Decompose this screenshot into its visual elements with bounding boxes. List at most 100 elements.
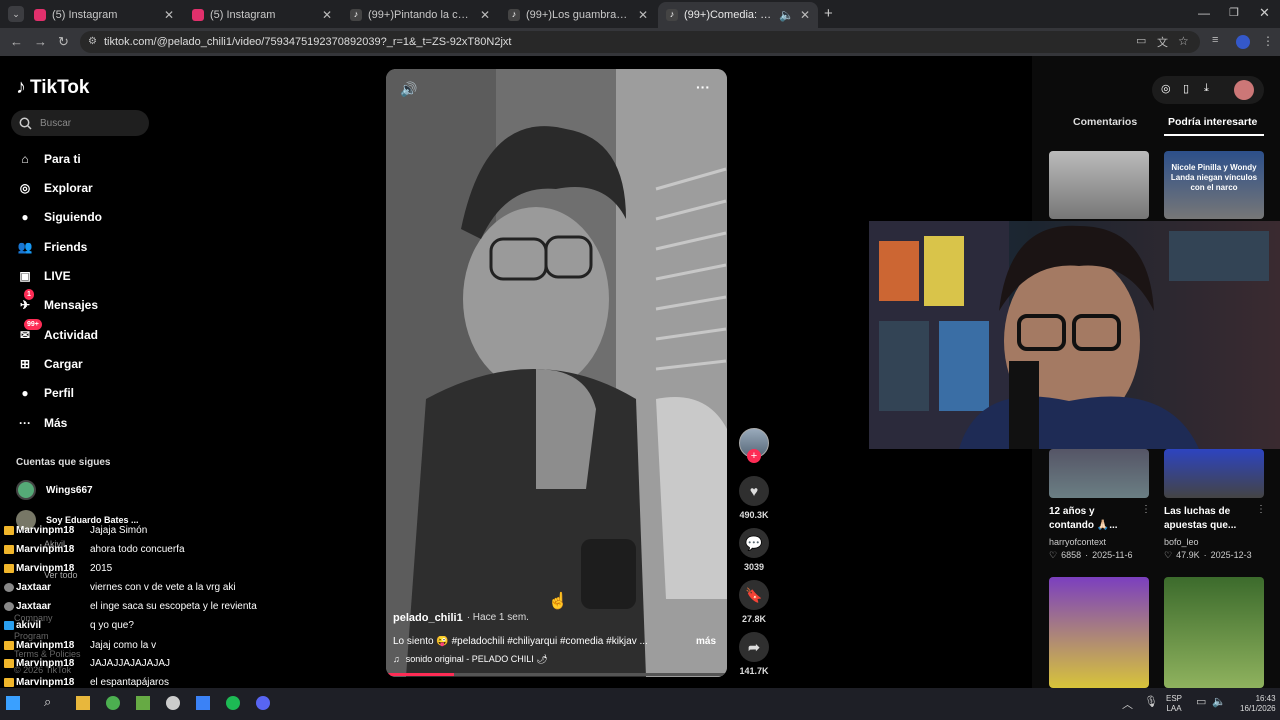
- app-icon[interactable]: [196, 696, 210, 710]
- search-input[interactable]: Buscar: [11, 110, 149, 136]
- browser-menu-icon[interactable]: ⋮: [1262, 34, 1274, 48]
- bookmark-star-icon[interactable]: ☆: [1178, 34, 1189, 48]
- chat-username: Jaxtaar: [16, 582, 52, 593]
- browser-tab-1[interactable]: (5) Instagram ✕: [26, 2, 182, 28]
- like-button[interactable]: ♥ 490.3K: [739, 476, 769, 520]
- compass-small-icon[interactable]: ◎: [1161, 82, 1171, 95]
- close-tab-icon[interactable]: ✕: [322, 8, 332, 22]
- site-info-icon[interactable]: ⚙: [88, 31, 97, 53]
- save-button[interactable]: 🔖 27.8K: [739, 580, 769, 624]
- clock-date: 16/1/2026: [1240, 704, 1276, 713]
- forward-icon[interactable]: →: [34, 34, 47, 49]
- chat-badge-icon: [4, 545, 14, 554]
- sidebar-item-siguiendo[interactable]: ● Siguiendo: [16, 208, 102, 226]
- close-tab-icon[interactable]: ✕: [638, 8, 648, 22]
- video-sound[interactable]: ♫ sonido original - PELADO CHILI 🌶: [393, 654, 548, 665]
- obs-icon[interactable]: [166, 696, 180, 710]
- browser-tab-5-active[interactable]: ♪ (99+)Comedia: Beso o Cach 🔈 ✕: [658, 2, 818, 28]
- chrome-icon[interactable]: [106, 696, 120, 710]
- tab-suggestions[interactable]: Podría interesarte: [1168, 116, 1257, 128]
- download-icon[interactable]: ⤓: [1204, 82, 1209, 95]
- follow-plus-icon[interactable]: +: [747, 449, 761, 463]
- suggested-video-thumb-5[interactable]: [1049, 577, 1149, 688]
- card-user[interactable]: harryofcontext: [1049, 537, 1106, 547]
- suggested-video-thumb-1[interactable]: [1049, 151, 1149, 219]
- sidebar-item-label: Siguiendo: [44, 210, 102, 224]
- sidebar-item-más[interactable]: ··· Más: [16, 414, 67, 432]
- suggested-video-thumb-4[interactable]: [1164, 449, 1264, 498]
- video-author[interactable]: pelado_chili1: [393, 612, 463, 624]
- progress-bar[interactable]: [386, 673, 727, 676]
- browser-tab-4[interactable]: ♪ (99+)Los guambras y el meteor ✕: [500, 2, 656, 28]
- close-window-icon[interactable]: ✕: [1259, 5, 1270, 21]
- close-tab-icon[interactable]: ✕: [480, 8, 490, 22]
- card-more-icon[interactable]: ⋮: [1256, 504, 1266, 515]
- video-time: · Hace 1 sem.: [466, 612, 529, 623]
- card-title[interactable]: 12 años y contando 🙏🏻...: [1049, 505, 1139, 533]
- chat-username: Marvinpm18: [16, 658, 75, 669]
- network-icon[interactable]: ▭: [1196, 695, 1206, 708]
- discord-icon[interactable]: [256, 696, 270, 710]
- windows-start-icon[interactable]: [6, 696, 20, 710]
- spotify-icon[interactable]: [226, 696, 240, 710]
- browser-tab-2[interactable]: (5) Instagram ✕: [184, 2, 340, 28]
- cast-icon[interactable]: ▭: [1136, 34, 1146, 47]
- chat-username: Jaxtaar: [16, 601, 52, 612]
- sidebar-item-actividad[interactable]: ✉ 99+ Actividad: [16, 319, 98, 344]
- chat-badge-icon: [4, 678, 14, 687]
- caption-more-link[interactable]: más: [696, 636, 716, 647]
- card-user[interactable]: bofo_leo: [1164, 537, 1199, 547]
- tray-chevron-icon[interactable]: ︿: [1122, 696, 1133, 712]
- file-explorer-icon[interactable]: [76, 696, 90, 710]
- close-tab-icon[interactable]: ✕: [164, 8, 174, 22]
- close-tab-icon[interactable]: ✕: [800, 8, 810, 22]
- account-name: Soy Eduardo Bates ...: [46, 515, 139, 525]
- share-button[interactable]: ➦ 141.7K: [739, 632, 769, 676]
- url-input[interactable]: ⚙ tiktok.com/@pelado_chili1/video/759347…: [80, 31, 1200, 53]
- restore-icon[interactable]: ❐: [1229, 6, 1239, 19]
- sidebar-item-friends[interactable]: 👥 Friends: [16, 238, 88, 256]
- suggested-video-thumb-3[interactable]: [1049, 449, 1149, 498]
- tiktok-icon: ♪: [350, 9, 362, 21]
- sidebar-item-explorar[interactable]: ◎ Explorar: [16, 179, 93, 197]
- language-indicator[interactable]: ESP LAA: [1166, 694, 1182, 714]
- speaker-icon[interactable]: 🔈: [779, 8, 794, 22]
- suggested-video-thumb-6[interactable]: [1164, 577, 1264, 688]
- sidebar-item-para-ti[interactable]: ⌂ Para ti: [16, 150, 80, 168]
- reading-list-icon[interactable]: ≡: [1212, 34, 1218, 46]
- reload-icon[interactable]: ↻: [58, 34, 69, 50]
- suggested-video-thumb-2[interactable]: Nicole Pinilla y Wondy Landa niegan vínc…: [1164, 151, 1264, 219]
- chat-user: Marvinpm18: [4, 677, 82, 688]
- translate-icon[interactable]: 文: [1157, 34, 1168, 50]
- tiktok-logo[interactable]: ♪ TikTok: [16, 76, 89, 99]
- video-player[interactable]: 🔊 ··· pelado_chili1 · Hace 1 sem. Lo sie…: [386, 69, 727, 677]
- card-more-icon[interactable]: ⋮: [1141, 504, 1151, 515]
- browser-tab-3[interactable]: ♪ (99+)Pintando la casa sin dejar ✕: [342, 2, 498, 28]
- profile-avatar-icon[interactable]: [1236, 35, 1250, 49]
- tab-comments[interactable]: Comentarios: [1073, 116, 1137, 128]
- card-title[interactable]: Las luchas de apuestas que...: [1164, 505, 1254, 533]
- chat-text: el inge saca su escopeta y le revienta: [90, 601, 257, 612]
- sidebar-item-cargar[interactable]: ⊞ Cargar: [16, 355, 83, 373]
- sidebar-item-mensajes[interactable]: ✈ 1 Mensajes: [16, 289, 98, 314]
- volume-icon[interactable]: 🔊: [400, 81, 417, 98]
- minimize-icon[interactable]: —: [1198, 6, 1210, 20]
- taskbar-search-icon[interactable]: ⌕: [44, 694, 51, 710]
- more-options-icon[interactable]: ···: [696, 79, 710, 95]
- comment-button[interactable]: 💬 3039: [739, 528, 769, 572]
- chat-message: Marvinpm18 ahora todo concuerfa: [4, 544, 185, 555]
- app-icon[interactable]: [136, 696, 150, 710]
- volume-tray-icon[interactable]: 🔈: [1212, 695, 1226, 708]
- back-icon[interactable]: ←: [10, 34, 23, 49]
- following-section-title: Cuentas que sigues: [16, 457, 111, 468]
- following-avatar-icon: ●: [21, 210, 29, 224]
- device-icon[interactable]: ▯: [1183, 82, 1189, 95]
- user-avatar[interactable]: [1234, 80, 1254, 100]
- new-tab-icon[interactable]: +: [824, 5, 833, 22]
- tab-search-icon[interactable]: ⌄: [8, 6, 24, 22]
- sidebar-item-live[interactable]: ▣ LIVE: [16, 267, 70, 285]
- clock[interactable]: 16:43 16/1/2026: [1240, 694, 1276, 714]
- sidebar-item-perfil[interactable]: ● Perfil: [16, 384, 74, 402]
- following-account-wings667[interactable]: Wings667: [16, 480, 93, 500]
- microphone-icon[interactable]: 🎙: [1144, 695, 1158, 708]
